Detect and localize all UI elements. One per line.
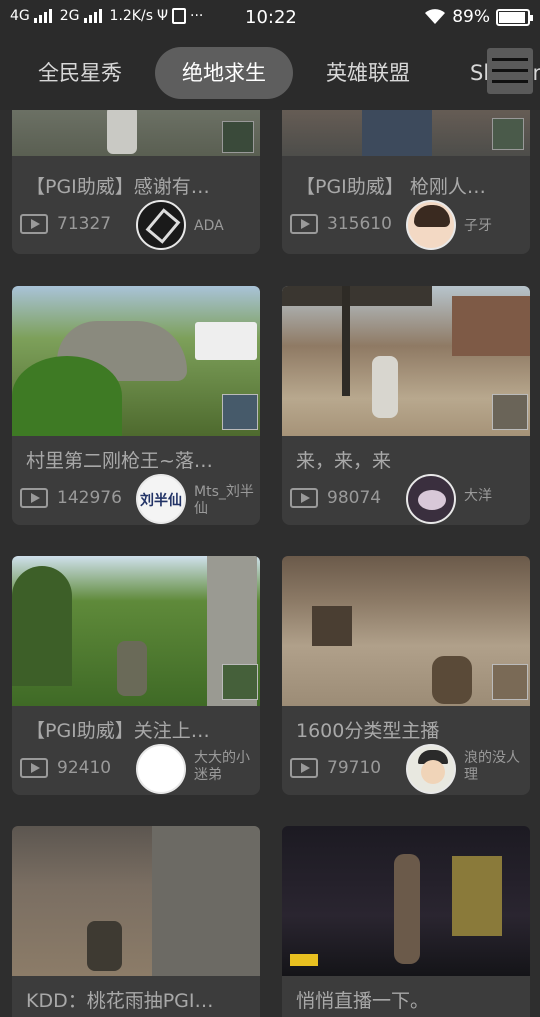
signal-icon bbox=[33, 9, 52, 23]
play-count-icon bbox=[20, 488, 48, 508]
network-type-1: 4G bbox=[10, 8, 30, 24]
view-count: 71327 bbox=[57, 214, 112, 234]
battery-icon bbox=[496, 8, 533, 26]
streamer-name: ADA bbox=[194, 218, 224, 234]
network-type-2: 2G bbox=[59, 8, 80, 24]
signal-icon bbox=[83, 9, 102, 23]
network-indicators: 4G 2G 1.2K/s Ψ ··· bbox=[10, 8, 203, 24]
streamer-name: Mts_刘半仙 bbox=[194, 484, 254, 517]
network-speed: 1.2K/s bbox=[109, 8, 153, 24]
stream-card[interactable]: 村里第二刚枪王~落… 142976 刘半仙 Mts_刘半仙 bbox=[12, 286, 260, 525]
stream-title: 【PGI助威】 枪刚人… bbox=[296, 176, 486, 198]
play-count-icon bbox=[290, 488, 318, 508]
status-right: 89% bbox=[424, 7, 533, 27]
streamer-name: 浪的没人理 bbox=[464, 750, 520, 783]
stream-card[interactable]: 来，来，来 98074 大洋 bbox=[282, 286, 530, 525]
usb-icon: Ψ bbox=[157, 8, 169, 24]
play-count-icon bbox=[290, 758, 318, 778]
stream-card[interactable]: 【PGI助威】关注上… 92410 大大的小迷弟 bbox=[12, 556, 260, 795]
stream-thumbnail bbox=[282, 110, 530, 156]
stream-card[interactable]: 悄悄直播一下。 bbox=[282, 826, 530, 1017]
streamer-avatar[interactable] bbox=[136, 744, 186, 794]
menu-button[interactable] bbox=[487, 48, 533, 94]
stream-grid: 【PGI助威】感谢有… 71327 ADA 【PGI助威】 枪刚人… 31561… bbox=[0, 110, 540, 1017]
stream-thumbnail bbox=[12, 286, 260, 436]
view-count: 315610 bbox=[327, 214, 392, 234]
stream-title: 村里第二刚枪王~落… bbox=[26, 450, 213, 472]
streamer-avatar[interactable] bbox=[406, 744, 456, 794]
battery-percent: 89% bbox=[452, 7, 490, 27]
play-count-icon bbox=[290, 214, 318, 234]
status-bar: 4G 2G 1.2K/s Ψ ··· 10:22 89% bbox=[0, 0, 540, 36]
tab-pubg[interactable]: 绝地求生 bbox=[155, 47, 293, 99]
play-count-icon bbox=[20, 758, 48, 778]
stream-thumbnail bbox=[12, 110, 260, 156]
clock: 10:22 bbox=[245, 7, 297, 28]
streamer-avatar[interactable] bbox=[406, 474, 456, 524]
view-count: 98074 bbox=[327, 488, 382, 508]
stream-title: KDD：桃花雨抽PGI… bbox=[26, 990, 214, 1012]
streamer-name: 大洋 bbox=[464, 488, 492, 504]
stream-thumbnail bbox=[282, 826, 530, 976]
stream-thumbnail bbox=[12, 556, 260, 706]
stream-title: 【PGI助威】关注上… bbox=[26, 720, 210, 742]
notification-icon bbox=[172, 8, 187, 24]
more-notifications-icon: ··· bbox=[190, 8, 204, 24]
tab-quanmin-xingxiu[interactable]: 全民星秀 bbox=[18, 47, 142, 99]
stream-card[interactable]: 【PGI助威】 枪刚人… 315610 子牙 bbox=[282, 110, 530, 254]
stream-title: 悄悄直播一下。 bbox=[296, 990, 430, 1012]
view-count: 142976 bbox=[57, 488, 122, 508]
play-count-icon bbox=[20, 214, 48, 234]
streamer-avatar[interactable]: 刘半仙 bbox=[136, 474, 186, 524]
category-tab-bar: 全民星秀 绝地求生 英雄联盟 Showin bbox=[0, 36, 540, 110]
stream-title: 来，来，来 bbox=[296, 450, 392, 472]
stream-card[interactable]: 1600分类型主播 79710 浪的没人理 bbox=[282, 556, 530, 795]
view-count: 79710 bbox=[327, 758, 382, 778]
stream-card[interactable]: 【PGI助威】感谢有… 71327 ADA bbox=[12, 110, 260, 254]
wifi-icon bbox=[425, 9, 446, 24]
streamer-avatar[interactable] bbox=[136, 200, 186, 250]
stream-thumbnail bbox=[282, 556, 530, 706]
stream-card[interactable]: KDD：桃花雨抽PGI… bbox=[12, 826, 260, 1017]
streamer-name: 大大的小迷弟 bbox=[194, 750, 250, 783]
streamer-avatar[interactable] bbox=[406, 200, 456, 250]
tab-lol[interactable]: 英雄联盟 bbox=[306, 47, 430, 99]
avatar-calligraphy: 刘半仙 bbox=[140, 493, 182, 509]
stream-thumbnail bbox=[12, 826, 260, 976]
stream-title: 1600分类型主播 bbox=[296, 720, 440, 742]
stream-thumbnail bbox=[282, 286, 530, 436]
stream-title: 【PGI助威】感谢有… bbox=[26, 176, 210, 198]
view-count: 92410 bbox=[57, 758, 112, 778]
streamer-name: 子牙 bbox=[464, 218, 492, 234]
